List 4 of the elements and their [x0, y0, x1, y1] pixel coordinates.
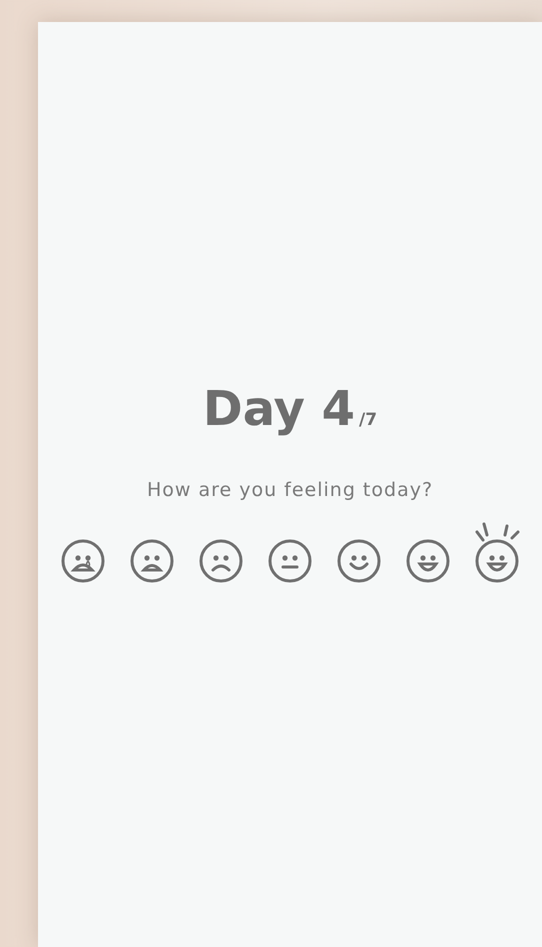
excited-face-icon[interactable] [474, 520, 520, 584]
day-title: Day 4 [202, 385, 356, 433]
question-text: How are you feeling today? [146, 478, 434, 502]
day-total: /7 [359, 409, 378, 432]
